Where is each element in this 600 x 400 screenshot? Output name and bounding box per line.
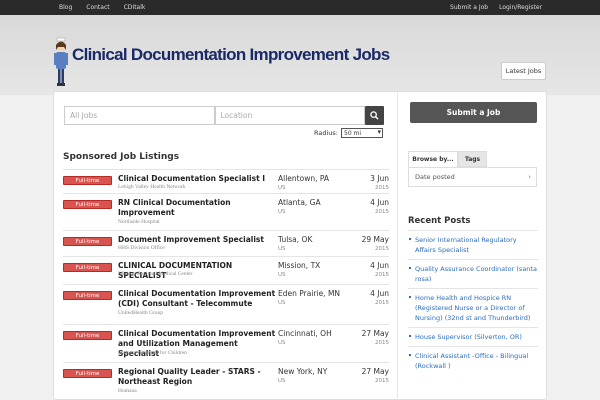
job-row[interactable]: Full-time Regional Quality Leader - STAR… <box>63 362 389 398</box>
job-company: Shriners Hospitals for Children <box>118 350 187 356</box>
job-location: Allentown, PA <box>278 174 330 183</box>
nav-link-submit-job[interactable]: Submit a Job <box>450 4 488 11</box>
job-year: 2015 <box>375 340 389 346</box>
job-country: US <box>278 300 286 306</box>
job-type-badge: Full-time <box>63 176 112 185</box>
recent-posts-heading: Recent Posts <box>408 216 471 226</box>
job-date: 27 May <box>361 329 389 338</box>
job-type-badge: Full-time <box>63 369 112 378</box>
job-title[interactable]: Document Improvement Specialist <box>118 235 278 245</box>
job-country: US <box>278 340 286 346</box>
job-country: US <box>278 185 286 191</box>
nurse-logo-icon[interactable] <box>53 37 69 87</box>
nav-link-cditalk[interactable]: CDItalk <box>124 4 146 11</box>
job-row[interactable]: Full-time RN Clinical Documentation Impr… <box>63 193 389 230</box>
job-company: UnitedHealth Group <box>118 310 164 316</box>
browse-date-posted[interactable]: Date posted › <box>408 167 537 187</box>
job-title[interactable]: RN Clinical Documentation Improvement <box>118 198 278 218</box>
job-location: Mission, TX <box>278 261 321 270</box>
top-navigation-bar: Blog Contact CDItalk Submit a Job Login/… <box>0 0 600 15</box>
radius-select[interactable]: 50 mi <box>341 128 383 138</box>
job-company: Mission Regional Medical Center <box>118 271 193 277</box>
main-content-panel: All Jobs Location Radius: 50 mi Sponsore… <box>53 91 547 400</box>
job-row[interactable]: Full-time Clinical Documentation Improve… <box>63 284 389 324</box>
nav-link-contact[interactable]: Contact <box>86 4 109 11</box>
recent-post-link[interactable]: Senior International Regulatory Affairs … <box>408 230 538 259</box>
job-date: 4 Jun <box>370 261 389 270</box>
site-title[interactable]: Clinical Documentation Improvement Jobs <box>72 45 390 65</box>
radius-filter: Radius: 50 mi <box>314 128 383 138</box>
job-company: Humana <box>118 388 137 394</box>
job-location: Atlanta, GA <box>278 198 321 207</box>
job-title[interactable]: Clinical Documentation Specialist I <box>118 174 278 184</box>
job-country: US <box>278 378 286 384</box>
job-year: 2015 <box>375 209 389 215</box>
job-country: US <box>278 209 286 215</box>
job-type-badge: Full-time <box>63 200 112 209</box>
job-company: HHS Division Office <box>118 245 165 251</box>
job-country: US <box>278 272 286 278</box>
job-date: 4 Jun <box>370 198 389 207</box>
job-list: Full-time Clinical Documentation Special… <box>63 169 389 398</box>
tab-browse-by[interactable]: Browse by... <box>408 151 458 167</box>
job-location: Cincinnati, OH <box>278 329 332 338</box>
job-title[interactable]: Regional Quality Leader - STARS - Northe… <box>118 367 278 387</box>
browse-item-label: Date posted <box>415 173 455 181</box>
job-date: 3 Jun <box>370 174 389 183</box>
job-year: 2015 <box>375 378 389 384</box>
job-company: Lehigh Valley Health Network <box>118 184 186 190</box>
chevron-right-icon: › <box>528 173 531 181</box>
job-company: Northside Hospital <box>118 219 160 225</box>
job-location: Tulsa, OK <box>278 235 313 244</box>
job-type-badge: Full-time <box>63 237 112 246</box>
keywords-input[interactable]: All Jobs <box>64 106 215 125</box>
job-year: 2015 <box>375 300 389 306</box>
job-row[interactable]: Full-time CLINICAL DOCUMENTATION SPECIAL… <box>63 256 389 284</box>
job-year: 2015 <box>375 185 389 191</box>
job-date: 29 May <box>361 235 389 244</box>
search-button[interactable] <box>365 106 384 125</box>
job-date: 4 Jun <box>370 289 389 298</box>
job-row[interactable]: Full-time Clinical Documentation Special… <box>63 169 389 193</box>
recent-post-link[interactable]: House Supervisor (Silverton, OR) <box>408 327 538 346</box>
job-listings-column: All Jobs Location Radius: 50 mi Sponsore… <box>54 92 398 400</box>
radius-label: Radius: <box>314 129 338 137</box>
nav-link-blog[interactable]: Blog <box>59 4 72 11</box>
job-type-badge: Full-time <box>63 263 112 272</box>
browse-tabs: Browse by... Tags <box>408 151 487 167</box>
job-row[interactable]: Full-time Clinical Documentation Improve… <box>63 324 389 362</box>
job-type-badge: Full-time <box>63 291 112 300</box>
location-input[interactable]: Location <box>214 106 365 125</box>
nav-link-login-register[interactable]: Login/Register <box>499 4 542 11</box>
submit-job-button[interactable]: Submit a Job <box>410 102 537 123</box>
job-location: New York, NY <box>278 367 328 376</box>
recent-post-link[interactable]: Home Health and Hospice RN (Registered N… <box>408 288 538 327</box>
job-type-badge: Full-time <box>63 331 112 340</box>
latest-jobs-button[interactable]: Latest Jobs <box>501 62 546 80</box>
recent-post-link[interactable]: Clinical Assistant -Office - Bilingual (… <box>408 346 538 375</box>
recent-posts-list: Senior International Regulatory Affairs … <box>408 230 538 375</box>
job-country: US <box>278 246 286 252</box>
job-search-bar: All Jobs Location <box>64 106 384 125</box>
job-location: Eden Prairie, MN <box>278 289 341 298</box>
site-header: Clinical Documentation Improvement Jobs … <box>0 15 600 95</box>
search-icon <box>370 111 379 120</box>
tab-tags[interactable]: Tags <box>458 151 487 167</box>
listings-heading: Sponsored Job Listings <box>63 152 180 162</box>
job-title[interactable]: Clinical Documentation Improvement (CDI)… <box>118 289 278 309</box>
recent-post-link[interactable]: Quality Assurance Coordinator (santa ros… <box>408 259 538 288</box>
job-row[interactable]: Full-time Document Improvement Specialis… <box>63 230 389 256</box>
job-year: 2015 <box>375 272 389 278</box>
job-year: 2015 <box>375 246 389 252</box>
job-date: 27 May <box>361 367 389 376</box>
